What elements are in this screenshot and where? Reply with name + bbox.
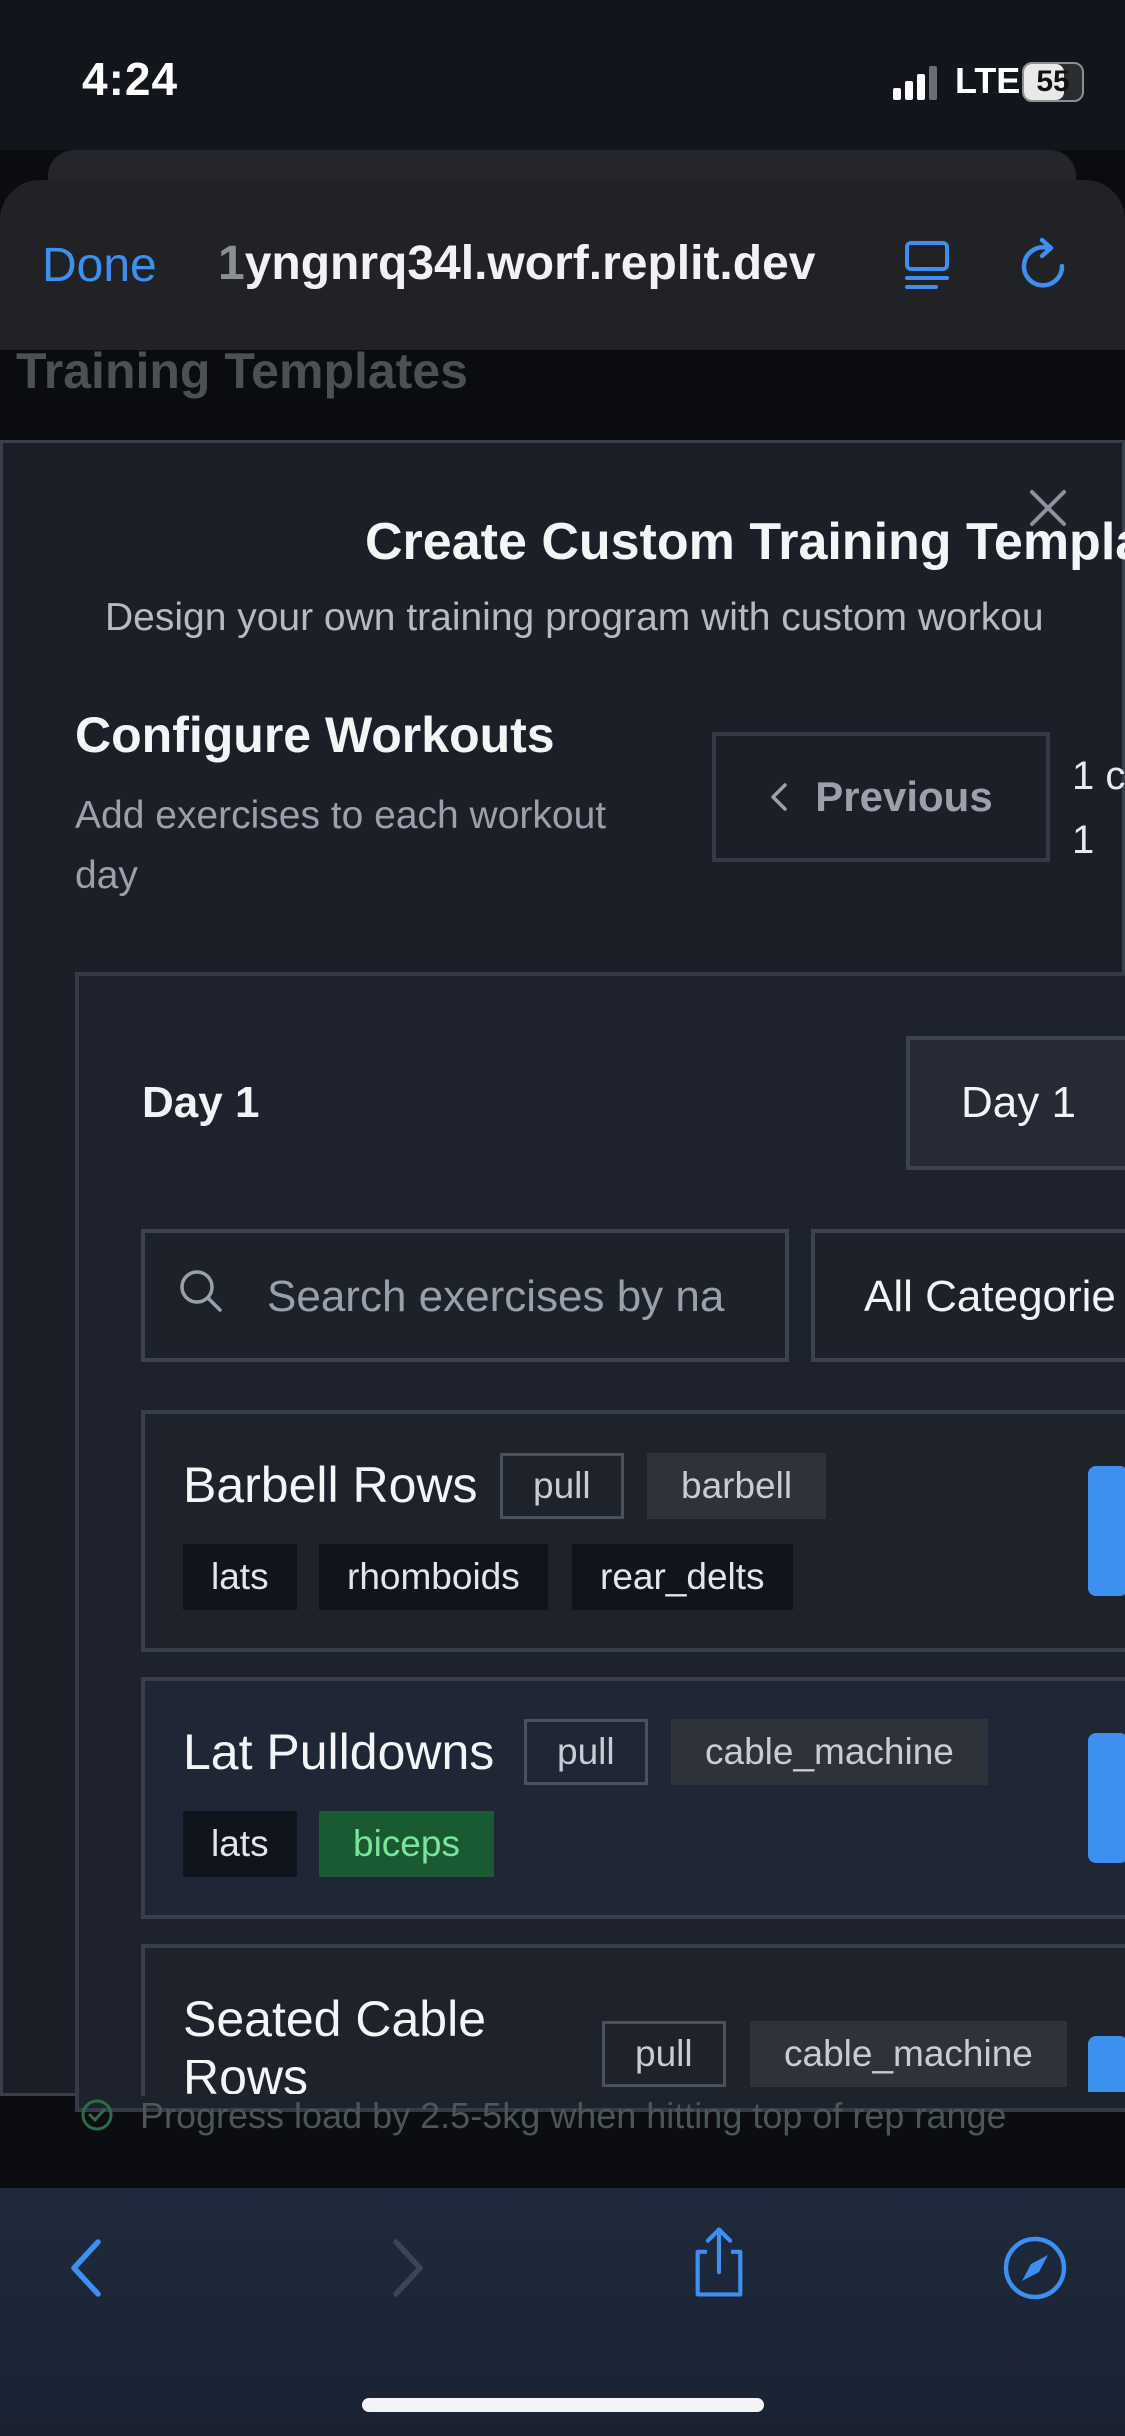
muscle-tag: rhomboids	[319, 1544, 548, 1610]
done-button[interactable]: Done	[42, 238, 157, 293]
forward-icon	[393, 2239, 423, 2297]
add-exercise-button[interactable]	[1088, 1733, 1125, 1863]
exercise-name: Barbell Rows	[183, 1457, 478, 1513]
exercise-name: Lat Pulldowns	[183, 1724, 495, 1780]
share-icon[interactable]	[684, 2224, 754, 2300]
modal-subtitle: Design your own training program with cu…	[105, 596, 1044, 639]
exercise-name-line2: Rows	[183, 2060, 309, 2094]
step-indicator: 1 c 1	[1072, 754, 1125, 862]
status-time: 4:24	[82, 53, 179, 105]
modal-title: Create Custom Training Templat	[365, 513, 1125, 571]
add-exercise-button[interactable]	[1088, 1466, 1125, 1596]
equipment-tag: barbell	[647, 1453, 827, 1519]
search-placeholder: Search exercises by na	[267, 1272, 725, 1321]
category-value: All Categorie	[864, 1272, 1116, 1321]
url-prefix: 1	[218, 237, 245, 290]
battery-percent: 55	[1036, 65, 1070, 98]
exercise-card-lat-pulldowns[interactable]	[141, 1677, 1125, 1919]
reader-icon[interactable]	[904, 240, 950, 290]
search-icon	[180, 1270, 222, 1312]
day-label: Day 1	[142, 1078, 260, 1127]
check-circle-icon	[81, 2099, 113, 2131]
home-indicator[interactable]	[362, 2398, 764, 2412]
muscle-tag: lats	[183, 1811, 297, 1877]
category-tag: pull	[500, 1453, 624, 1519]
category-tag: pull	[524, 1719, 648, 1785]
day-select-value: Day 1	[961, 1078, 1076, 1127]
background-tip-text: Progress load by 2.5-5kg when hitting to…	[140, 2095, 1007, 2136]
previous-label: Previous	[815, 773, 993, 820]
configure-title: Configure Workouts	[75, 707, 555, 763]
equipment-tag: cable_machine	[750, 2021, 1067, 2087]
muscle-tag: lats	[183, 1544, 297, 1610]
add-exercise-button[interactable]	[1088, 2036, 1125, 2092]
reload-icon[interactable]	[1018, 236, 1072, 294]
url-domain: yngnrq34l.worf.replit.dev	[244, 237, 816, 290]
category-tag: pull	[602, 2021, 726, 2087]
url-field[interactable]: 1yngnrq34l.worf.replit.dev	[218, 236, 815, 291]
background-page-title: Training Templates	[16, 343, 468, 399]
back-icon[interactable]	[52, 2230, 122, 2306]
configure-subtitle: Add exercises to each workout day	[75, 794, 607, 897]
equipment-tag: cable_machine	[671, 1719, 988, 1785]
chevron-left-icon	[771, 783, 788, 811]
muscle-tag-highlighted: biceps	[319, 1811, 494, 1877]
exercise-name: Seated Cable	[183, 1991, 487, 2047]
previous-button[interactable]: Previous	[712, 732, 1050, 862]
network-label: LTE	[955, 60, 1021, 101]
exercise-card-barbell-rows[interactable]	[141, 1410, 1125, 1652]
muscle-tag: rear_delts	[572, 1544, 793, 1610]
compass-icon[interactable]	[1000, 2230, 1070, 2306]
signal-icon	[893, 66, 937, 100]
